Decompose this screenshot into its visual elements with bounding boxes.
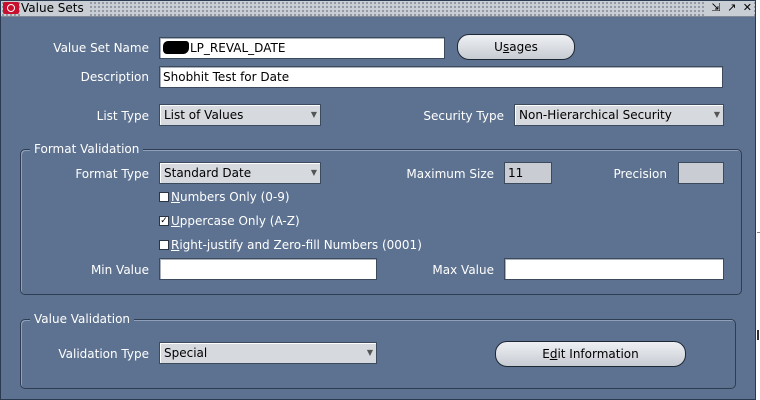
min-value-input[interactable] bbox=[159, 258, 377, 280]
redaction-mark bbox=[163, 41, 189, 54]
list-type-label: List Type bbox=[96, 109, 149, 123]
window-title: Value Sets bbox=[21, 1, 89, 16]
minimize-icon[interactable]: ⇲ bbox=[711, 1, 720, 14]
check-icon: ✓ bbox=[159, 216, 169, 226]
list-type-select[interactable]: List of Values ▼ bbox=[159, 104, 321, 126]
maximum-size-input[interactable]: 11 bbox=[504, 162, 552, 184]
window-controls: ⇲ ↗ ✕ bbox=[704, 1, 752, 16]
precision-input[interactable] bbox=[678, 162, 724, 184]
description-label: Description bbox=[80, 70, 149, 84]
format-type-select[interactable]: Standard Date ▼ bbox=[159, 162, 321, 184]
value-sets-window: Value Sets ⇲ ↗ ✕ Value Set Name LP_REVAL… bbox=[0, 0, 756, 400]
numbers-only-checkbox[interactable]: Numbers Only (0-9) bbox=[159, 190, 290, 204]
scrollbar-edge-mark bbox=[757, 330, 759, 340]
description-input[interactable]: Shobhit Test for Date bbox=[159, 66, 723, 88]
value-set-name-input[interactable]: LP_REVAL_DATE bbox=[159, 37, 445, 59]
maximum-size-label: Maximum Size bbox=[406, 167, 494, 181]
edit-information-button[interactable]: Edit Information bbox=[495, 341, 686, 367]
max-value-input[interactable] bbox=[504, 258, 724, 280]
right-justify-checkbox[interactable]: Right-justify and Zero-fill Numbers (000… bbox=[159, 238, 422, 252]
chevron-down-icon: ▼ bbox=[310, 168, 317, 177]
precision-label: Precision bbox=[613, 167, 667, 181]
maximize-icon[interactable]: ↗ bbox=[727, 1, 736, 14]
value-validation-title: Value Validation bbox=[30, 312, 135, 326]
format-validation-title: Format Validation bbox=[30, 142, 144, 156]
usages-button[interactable]: Usages bbox=[457, 34, 575, 60]
security-type-select[interactable]: Non-Hierarchical Security ▼ bbox=[514, 104, 724, 126]
uppercase-only-checkbox[interactable]: ✓ Uppercase Only (A-Z) bbox=[159, 214, 300, 228]
validation-type-label: Validation Type bbox=[58, 347, 149, 361]
oracle-logo-icon bbox=[3, 2, 19, 14]
min-value-label: Min Value bbox=[90, 263, 149, 277]
format-type-label: Format Type bbox=[75, 167, 149, 181]
close-icon[interactable]: ✕ bbox=[743, 1, 752, 14]
value-set-name-label: Value Set Name bbox=[53, 41, 149, 55]
checkbox-box bbox=[159, 240, 169, 250]
title-bar: Value Sets ⇲ ↗ ✕ bbox=[1, 1, 755, 17]
chevron-down-icon: ▼ bbox=[366, 348, 373, 357]
security-type-label: Security Type bbox=[423, 109, 504, 123]
chevron-down-icon: ▼ bbox=[310, 110, 317, 119]
max-value-label: Max Value bbox=[432, 263, 494, 277]
checkbox-box bbox=[159, 192, 169, 202]
chevron-down-icon: ▼ bbox=[713, 110, 720, 119]
validation-type-select[interactable]: Special ▼ bbox=[159, 342, 377, 364]
